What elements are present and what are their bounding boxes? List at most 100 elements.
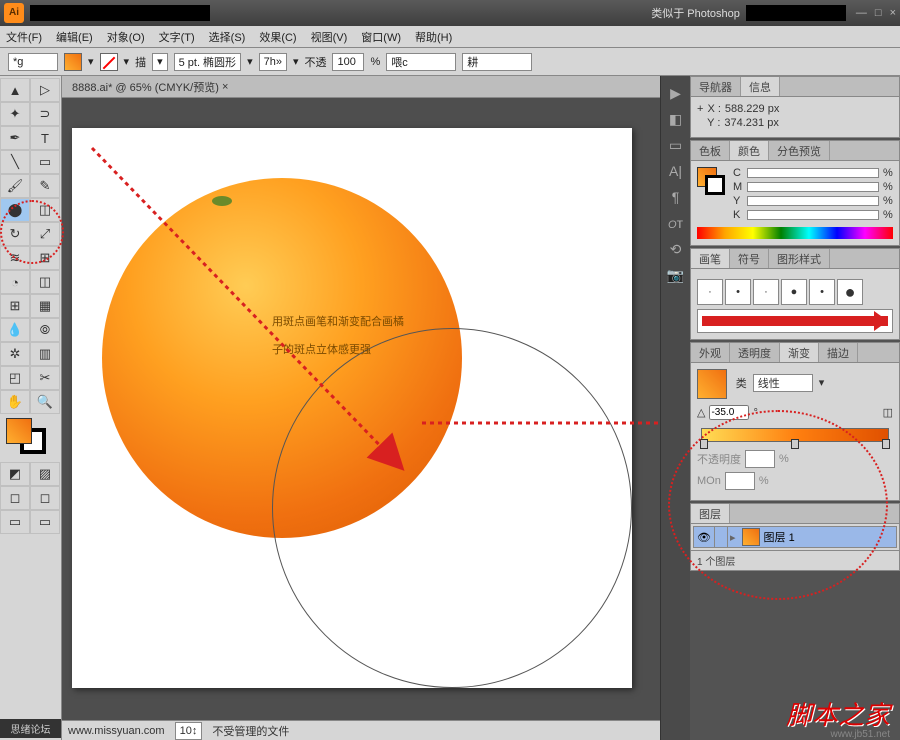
lasso-tool[interactable]: ⊃ (30, 102, 60, 126)
grad-opacity-input[interactable] (745, 450, 775, 468)
panel-icon-3[interactable]: ▭ (661, 132, 690, 158)
blend-tool[interactable]: ⦾ (30, 318, 60, 342)
direct-selection-tool[interactable]: ▷ (30, 78, 60, 102)
style-select-1[interactable]: 喂c (386, 53, 456, 71)
panel-icon-5[interactable]: ¶ (661, 184, 690, 210)
close-button[interactable]: × (890, 7, 896, 19)
menu-edit[interactable]: 编辑(E) (56, 29, 93, 45)
fill-box[interactable] (6, 418, 32, 444)
gradient-stop-3[interactable] (882, 439, 890, 449)
opacity-input[interactable]: 100 (332, 53, 364, 71)
arrow-brush[interactable] (697, 309, 893, 333)
rotate-tool[interactable]: ↻ (0, 222, 30, 246)
selection-outline[interactable] (272, 328, 632, 688)
gradient-stop-1[interactable] (700, 439, 708, 449)
fill-swatch[interactable] (64, 53, 82, 71)
brush-preset[interactable]: 5 pt. 椭圆形 (174, 53, 241, 71)
zoom-level[interactable]: 10↕ (175, 722, 203, 740)
stroke-swatch[interactable] (100, 53, 118, 71)
menu-effect[interactable]: 效果(C) (259, 29, 296, 45)
maximize-button[interactable]: □ (875, 7, 882, 19)
panel-icon-4[interactable]: A| (661, 158, 690, 184)
type-tool[interactable]: T (30, 126, 60, 150)
gradient-type-select[interactable]: 线性 (753, 374, 813, 392)
eyedropper-tool[interactable]: 💧 (0, 318, 30, 342)
menu-view[interactable]: 视图(V) (311, 29, 348, 45)
screen-mode-2[interactable]: ▭ (30, 510, 60, 534)
tab-stroke-panel[interactable]: 描边 (819, 343, 858, 362)
tab-swatches[interactable]: 色板 (691, 141, 730, 160)
panel-icon-1[interactable]: ▶ (661, 80, 690, 106)
pen-tool[interactable]: ✒ (0, 126, 30, 150)
tab-gradient[interactable]: 渐变 (780, 343, 819, 362)
doc-tab-close[interactable]: × (222, 81, 228, 93)
free-transform-tool[interactable]: ⊞ (30, 246, 60, 270)
gradient-mode[interactable]: ▨ (30, 462, 60, 486)
brush-2[interactable]: • (725, 279, 751, 305)
stroke-weight-input[interactable]: ▾ (152, 53, 168, 71)
brush-4[interactable]: ● (781, 279, 807, 305)
color-mode[interactable]: ◩ (0, 462, 30, 486)
zoom-tool[interactable]: 🔍 (30, 390, 60, 414)
tab-color[interactable]: 颜色 (730, 141, 769, 160)
paintbrush-tool[interactable]: 🖌 (0, 174, 30, 198)
brush-6[interactable]: ● (837, 279, 863, 305)
pencil-tool[interactable]: ✎ (30, 174, 60, 198)
gradient-tool[interactable]: ▦ (30, 294, 60, 318)
tab-transparency[interactable]: 透明度 (730, 343, 780, 362)
menu-object[interactable]: 对象(O) (107, 29, 145, 45)
panel-icon-7[interactable]: ⟲ (661, 236, 690, 262)
fill-stroke-control[interactable] (6, 418, 55, 458)
gradient-swatch[interactable] (697, 369, 727, 399)
style-select-2[interactable]: 耕 (462, 53, 532, 71)
menu-select[interactable]: 选择(S) (209, 29, 246, 45)
tab-navigator[interactable]: 导航器 (691, 77, 741, 96)
shape-builder-tool[interactable]: ◔ (0, 270, 30, 294)
panel-icon-8[interactable]: 📷 (661, 262, 690, 288)
panel-icon-2[interactable]: ◧ (661, 106, 690, 132)
menu-window[interactable]: 窗口(W) (361, 29, 401, 45)
scale-tool[interactable]: ⤢ (30, 222, 60, 246)
layer-row[interactable]: 👁 ▸ 图层 1 (693, 526, 897, 548)
magic-wand-tool[interactable]: ✦ (0, 102, 30, 126)
rectangle-tool[interactable]: ▭ (30, 150, 60, 174)
gradient-slider[interactable] (701, 428, 889, 442)
tab-layers[interactable]: 图层 (691, 504, 730, 523)
tab-graphic-styles[interactable]: 图形样式 (769, 249, 830, 268)
tab-symbols[interactable]: 符号 (730, 249, 769, 268)
layer-name[interactable]: 图层 1 (764, 529, 795, 545)
mesh-tool[interactable]: ⊞ (0, 294, 30, 318)
perspective-tool[interactable]: ◫ (30, 270, 60, 294)
tab-separation[interactable]: 分色预览 (769, 141, 830, 160)
slice-tool[interactable]: ✂ (30, 366, 60, 390)
blob-brush-tool[interactable]: ⬤ (0, 198, 30, 222)
eraser-tool[interactable]: ◫ (30, 198, 60, 222)
panel-icon-6[interactable]: Oᴛ (661, 210, 690, 236)
menu-help[interactable]: 帮助(H) (415, 29, 452, 45)
gradient-angle-input[interactable] (709, 405, 749, 420)
canvas[interactable]: 用斑点画笔和渐变配合画橘 子的斑点立体感更强 (62, 98, 660, 720)
tab-brushes[interactable]: 画笔 (691, 249, 730, 268)
hand-tool[interactable]: ✋ (0, 390, 30, 414)
draw-normal[interactable]: ◻ (0, 486, 30, 510)
layer-visibility-icon[interactable]: 👁 (694, 531, 714, 544)
menu-type[interactable]: 文字(T) (159, 29, 195, 45)
color-stroke-swatch[interactable] (705, 175, 725, 195)
artboard-tool[interactable]: ◰ (0, 366, 30, 390)
tab-appearance[interactable]: 外观 (691, 343, 730, 362)
profile-select[interactable]: 7h» (259, 53, 287, 71)
tab-info[interactable]: 信息 (741, 77, 780, 96)
width-tool[interactable]: ≋ (0, 246, 30, 270)
m-slider[interactable] (747, 182, 879, 192)
brush-3[interactable]: · (753, 279, 779, 305)
graph-tool[interactable]: ▥ (30, 342, 60, 366)
brush-5[interactable]: • (809, 279, 835, 305)
screen-mode[interactable]: ▭ (0, 510, 30, 534)
menu-file[interactable]: 文件(F) (6, 29, 42, 45)
grad-mid-input[interactable] (725, 472, 755, 490)
gradient-stop-2[interactable] (791, 439, 799, 449)
y-slider[interactable] (747, 196, 879, 206)
draw-behind[interactable]: ◻ (30, 486, 60, 510)
c-slider[interactable] (747, 168, 879, 178)
symbol-sprayer-tool[interactable]: ✲ (0, 342, 30, 366)
